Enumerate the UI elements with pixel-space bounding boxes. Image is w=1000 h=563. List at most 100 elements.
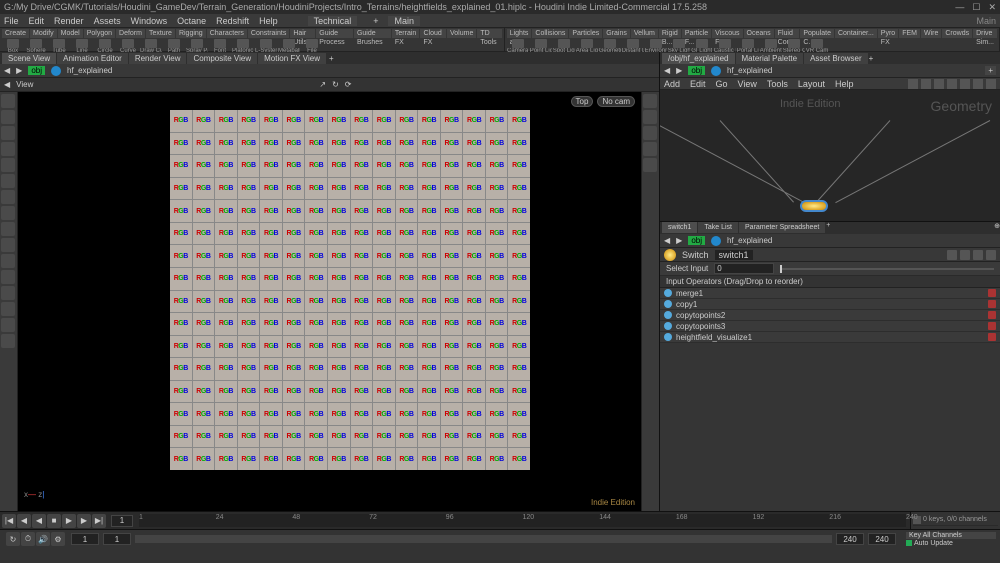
- minimize-icon[interactable]: —: [955, 2, 964, 13]
- path-node[interactable]: hf_explained: [727, 236, 772, 245]
- node-name-field[interactable]: switch1: [715, 250, 753, 260]
- net-tool-icon[interactable]: [947, 79, 957, 89]
- tool-icon[interactable]: [1, 254, 15, 268]
- menu-item[interactable]: Help: [259, 16, 278, 26]
- delete-icon[interactable]: [988, 300, 996, 308]
- shelf-tab[interactable]: Pyro FX: [878, 29, 898, 38]
- shelf-tab[interactable]: Model: [58, 29, 83, 38]
- menu-item[interactable]: Edit: [29, 16, 45, 26]
- shelf-tab[interactable]: Oceans: [744, 29, 774, 38]
- range-start-field[interactable]: [71, 533, 99, 545]
- menu-item[interactable]: Windows: [131, 16, 168, 26]
- fwd-icon[interactable]: ▶: [676, 66, 682, 75]
- shelf-tab[interactable]: Vellum: [631, 29, 658, 38]
- tool-icon[interactable]: [1, 126, 15, 140]
- tool-icon[interactable]: [1, 238, 15, 252]
- timeline-track[interactable]: 124487296120144168192216240: [139, 514, 906, 527]
- tool-icon[interactable]: [1, 302, 15, 316]
- fwd-icon[interactable]: ▶: [16, 66, 22, 75]
- tab-scene-view[interactable]: Scene View: [2, 53, 56, 64]
- tab-material[interactable]: Material Palette: [736, 53, 804, 64]
- path-obj[interactable]: obj: [28, 66, 45, 75]
- menu-item[interactable]: View: [738, 79, 757, 89]
- menu-item[interactable]: Redshift: [216, 16, 249, 26]
- loop-icon[interactable]: ↻: [6, 532, 20, 546]
- plus-tab-icon[interactable]: +: [869, 54, 874, 63]
- shelf-tab[interactable]: Particle F...: [682, 29, 711, 38]
- shelf-tab[interactable]: Collisions: [532, 29, 568, 38]
- play-button[interactable]: ▶: [62, 514, 76, 528]
- info-icon[interactable]: [973, 250, 983, 260]
- next-frame-button[interactable]: ▶: [77, 514, 91, 528]
- view-orientation[interactable]: Top: [571, 96, 594, 107]
- keyall-button[interactable]: Key All Channels: [906, 532, 996, 539]
- view-tool-icon[interactable]: ⟳: [345, 80, 352, 89]
- param-slider[interactable]: [780, 268, 994, 270]
- plus-icon[interactable]: +: [985, 66, 996, 75]
- path-node[interactable]: hf_explained: [67, 66, 112, 75]
- shelf-tab[interactable]: Hair Utils: [290, 29, 315, 38]
- tool-icon[interactable]: [1, 190, 15, 204]
- viewport[interactable]: Top No cam RGBRGBRGBRGBRGBRGBRGBRGBRGBRG…: [0, 92, 659, 511]
- tool-icon[interactable]: [643, 158, 657, 172]
- plus-tab-icon[interactable]: +: [826, 222, 830, 234]
- options-icon[interactable]: ⚙: [51, 532, 65, 546]
- desktop-selector[interactable]: Technical: [308, 16, 358, 26]
- shelf-tab[interactable]: Polygon: [84, 29, 115, 38]
- menu-item[interactable]: Render: [54, 16, 84, 26]
- plus-tab-icon[interactable]: +: [329, 54, 334, 63]
- gear-icon[interactable]: [947, 250, 957, 260]
- back-icon[interactable]: ◀: [664, 236, 670, 245]
- menu-item[interactable]: Go: [716, 79, 728, 89]
- shelf-tab[interactable]: Crowds: [942, 29, 972, 38]
- tool-icon[interactable]: [1, 174, 15, 188]
- shelf-tab[interactable]: Container...: [835, 29, 877, 38]
- tool-icon[interactable]: [1, 286, 15, 300]
- menu-item[interactable]: Add: [664, 79, 680, 89]
- stop-button[interactable]: ■: [47, 514, 61, 528]
- shelf-tab[interactable]: Guide Process: [316, 29, 353, 38]
- tool-icon[interactable]: [1, 334, 15, 348]
- shelf-tab[interactable]: Cloud FX: [420, 29, 446, 38]
- tool-icon[interactable]: [1, 270, 15, 284]
- tab-asset[interactable]: Asset Browser: [804, 53, 868, 64]
- delete-icon[interactable]: [988, 322, 996, 330]
- shelf-tab[interactable]: Wire: [921, 29, 941, 38]
- tab-node[interactable]: switch1: [662, 222, 697, 233]
- tool-icon[interactable]: [643, 142, 657, 156]
- shelf-tab[interactable]: Particles: [569, 29, 602, 38]
- tool-icon[interactable]: [1, 158, 15, 172]
- shelf-tab[interactable]: Drive Sim...: [973, 29, 997, 38]
- param-value-field[interactable]: [714, 263, 774, 274]
- range-slider[interactable]: [135, 535, 832, 543]
- range-end2-field[interactable]: [868, 533, 896, 545]
- main-tab[interactable]: Main: [388, 16, 420, 26]
- arrow-icon[interactable]: ◀: [4, 80, 10, 89]
- flag-icon[interactable]: [986, 250, 996, 260]
- shelf-tab[interactable]: Guide Brushes: [354, 29, 391, 38]
- input-row[interactable]: heightfield_visualize1: [660, 332, 1000, 343]
- tool-icon[interactable]: [1, 222, 15, 236]
- path-obj[interactable]: obj: [688, 236, 705, 245]
- shelf-tab[interactable]: Fluid Con...: [775, 29, 800, 38]
- first-frame-button[interactable]: |◀: [2, 514, 16, 528]
- tool-icon[interactable]: [1, 206, 15, 220]
- shelf-tab[interactable]: Texture: [146, 29, 175, 38]
- tab-spreadsheet[interactable]: Parameter Spreadsheet: [739, 222, 825, 233]
- shelf-tab[interactable]: Deform: [116, 29, 145, 38]
- shelf-tab[interactable]: Create: [2, 29, 29, 38]
- input-row[interactable]: copytopoints2: [660, 310, 1000, 321]
- shelf-tab[interactable]: Rigid B...: [659, 29, 681, 38]
- delete-icon[interactable]: [988, 289, 996, 297]
- prev-frame-button[interactable]: ◀: [17, 514, 31, 528]
- camera-select[interactable]: No cam: [597, 96, 635, 107]
- help-icon[interactable]: [960, 250, 970, 260]
- autoupdate-select[interactable]: Auto Update: [914, 540, 953, 547]
- net-tool-icon[interactable]: [908, 79, 918, 89]
- pin-icon[interactable]: ⊕: [994, 222, 1000, 234]
- input-row[interactable]: copytopoints3: [660, 321, 1000, 332]
- viewport-canvas[interactable]: Top No cam RGBRGBRGBRGBRGBRGBRGBRGBRGBRG…: [18, 92, 641, 511]
- input-row[interactable]: copy1: [660, 299, 1000, 310]
- net-tool-icon[interactable]: [973, 79, 983, 89]
- frame-field[interactable]: [111, 515, 133, 527]
